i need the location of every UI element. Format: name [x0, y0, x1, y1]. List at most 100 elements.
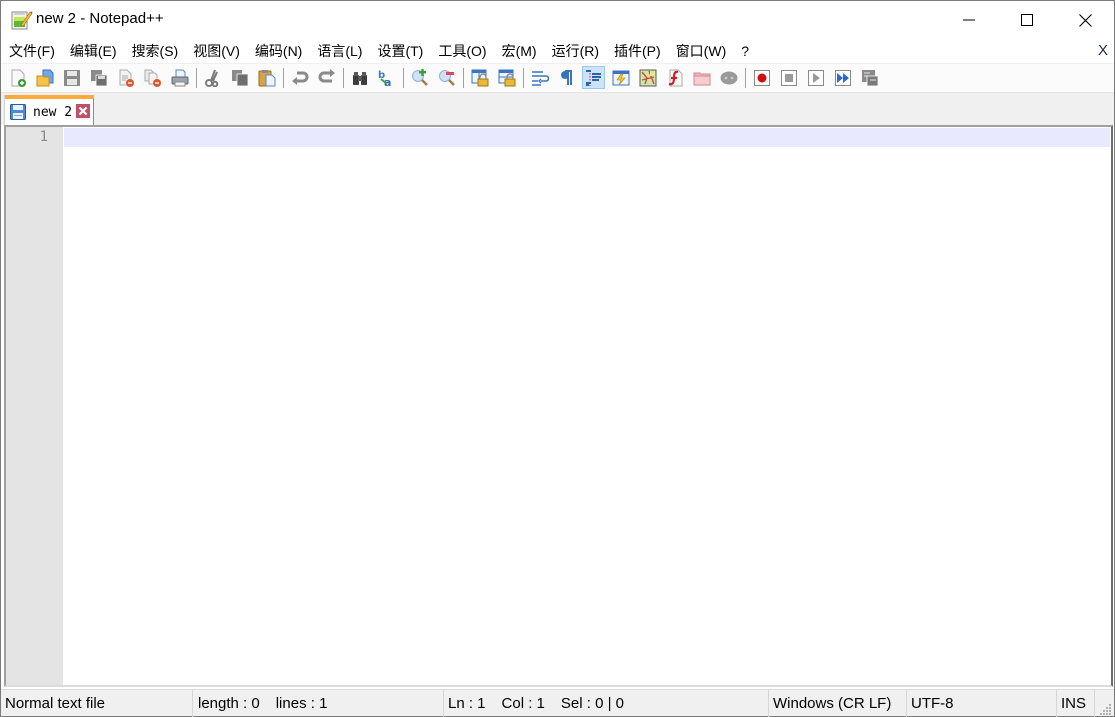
paste-icon: [258, 69, 275, 86]
indent-guide-button[interactable]: [582, 66, 605, 89]
open-folder-icon: [36, 69, 53, 86]
zoom-out-button[interactable]: [435, 66, 458, 89]
tab-new-2[interactable]: new 2: [4, 95, 94, 126]
document-map-button[interactable]: [636, 66, 659, 89]
sync-horizontal-scroll-button[interactable]: [495, 66, 518, 89]
menu-help[interactable]: ?: [733, 39, 756, 63]
zoom-out-icon: [438, 69, 455, 86]
save-button[interactable]: [60, 66, 83, 89]
sync-vertical-scroll-icon: [471, 69, 488, 86]
tab-close-button[interactable]: [76, 104, 90, 118]
indent-guide-icon: [585, 69, 601, 86]
toolbar-separator: [523, 67, 524, 88]
status-position[interactable]: Ln : 1 Col : 1 Sel : 0 | 0: [444, 690, 769, 717]
minimize-button[interactable]: [940, 1, 998, 39]
menu-plugins[interactable]: 插件(P): [606, 39, 668, 63]
status-file-type: Normal text file: [1, 690, 193, 717]
undo-button[interactable]: [288, 66, 311, 89]
menu-macro[interactable]: 宏(M): [494, 39, 544, 63]
record-icon: [753, 69, 770, 86]
resize-grip-icon[interactable]: [1100, 702, 1112, 715]
sync-vertical-scroll-button[interactable]: [468, 66, 491, 89]
monitoring-button[interactable]: [717, 66, 740, 89]
fast-forward-icon: [834, 69, 851, 86]
menu-window[interactable]: 窗口(W): [668, 39, 734, 63]
close-all-button[interactable]: [141, 66, 164, 89]
redo-icon: [318, 68, 335, 82]
function-list-button[interactable]: [663, 66, 686, 89]
status-encoding[interactable]: UTF-8: [907, 690, 1057, 717]
menu-search[interactable]: 搜索(S): [124, 39, 186, 63]
menu-view[interactable]: 视图(V): [185, 39, 247, 63]
print-icon: [171, 69, 188, 86]
status-eol[interactable]: Windows (CR LF): [769, 690, 907, 717]
close-all-icon: [144, 69, 161, 87]
zoom-in-button[interactable]: [408, 66, 431, 89]
copy-button[interactable]: [228, 66, 251, 89]
play-icon: [807, 69, 824, 86]
notepadpp-app-icon: [11, 9, 33, 31]
start-recording-button[interactable]: [750, 66, 773, 89]
close-icon: [1078, 13, 1092, 27]
new-file-icon: [11, 69, 26, 87]
toolbar-separator: [745, 67, 746, 88]
toolbar-separator: [283, 67, 284, 88]
cut-button[interactable]: [201, 66, 224, 89]
word-wrap-icon: [531, 70, 549, 86]
find-button[interactable]: [348, 66, 371, 89]
status-length-lines: length : 0 lines : 1: [193, 690, 444, 717]
save-macro-icon: [861, 69, 878, 86]
current-line-highlight: [64, 128, 1110, 147]
word-wrap-button[interactable]: [528, 66, 551, 89]
editor[interactable]: 1: [4, 125, 1113, 687]
open-file-button[interactable]: [33, 66, 56, 89]
menu-encoding[interactable]: 编码(N): [247, 39, 309, 63]
save-all-button[interactable]: [87, 66, 110, 89]
close-button[interactable]: [114, 66, 137, 89]
toolbar-separator: [403, 67, 404, 88]
maximize-button[interactable]: [998, 1, 1056, 39]
maximize-icon: [1021, 14, 1033, 26]
notepadpp-window: new 2 - Notepad++ 文件(F) 编辑(E) 搜索(S) 视图(V…: [0, 0, 1115, 717]
active-tab-indicator: [5, 95, 94, 99]
replace-button[interactable]: ba: [375, 66, 398, 89]
save-all-icon: [90, 69, 107, 86]
binoculars-icon: [352, 71, 367, 85]
menu-edit[interactable]: 编辑(E): [62, 39, 124, 63]
paste-button[interactable]: [255, 66, 278, 89]
zoom-in-icon: [411, 68, 428, 86]
user-defined-language-icon: [612, 70, 629, 85]
run-macro-multiple-button[interactable]: [831, 66, 854, 89]
status-bar: Normal text file length : 0 lines : 1 Ln …: [1, 689, 1114, 717]
menu-bar: 文件(F) 编辑(E) 搜索(S) 视图(V) 编码(N) 语言(L) 设置(T…: [1, 39, 1114, 63]
close-window-button[interactable]: [1056, 1, 1114, 39]
menu-file[interactable]: 文件(F): [1, 39, 62, 63]
playback-button[interactable]: [804, 66, 827, 89]
status-length: length : 0: [198, 695, 260, 712]
close-file-icon: [119, 69, 134, 87]
menu-settings[interactable]: 设置(T): [369, 39, 430, 63]
save-macro-button[interactable]: [858, 66, 881, 89]
print-button[interactable]: [168, 66, 191, 89]
status-insert-mode[interactable]: INS: [1057, 690, 1095, 717]
tab-bar: new 2: [1, 92, 1114, 126]
monitoring-icon: [720, 71, 737, 84]
status-col: Col : 1: [501, 695, 545, 712]
line-number: 1: [39, 129, 48, 145]
window-title: new 2 - Notepad++: [36, 10, 164, 27]
close-document-button[interactable]: X: [1098, 39, 1108, 63]
stop-recording-button[interactable]: [777, 66, 800, 89]
redo-button[interactable]: [315, 66, 338, 89]
menu-run[interactable]: 运行(R): [544, 39, 606, 63]
show-all-characters-button[interactable]: [555, 66, 578, 89]
function-list-icon: [668, 69, 682, 86]
menu-tools[interactable]: 工具(O): [430, 39, 493, 63]
cut-icon: [204, 69, 218, 87]
folder-as-workspace-button[interactable]: [690, 66, 713, 89]
tab-label: new 2: [33, 105, 73, 120]
menu-language[interactable]: 语言(L): [309, 39, 369, 63]
new-file-button[interactable]: [6, 66, 29, 89]
pilcrow-icon: [560, 69, 572, 85]
saved-file-icon: [10, 104, 26, 120]
user-defined-language-button[interactable]: [609, 66, 632, 89]
